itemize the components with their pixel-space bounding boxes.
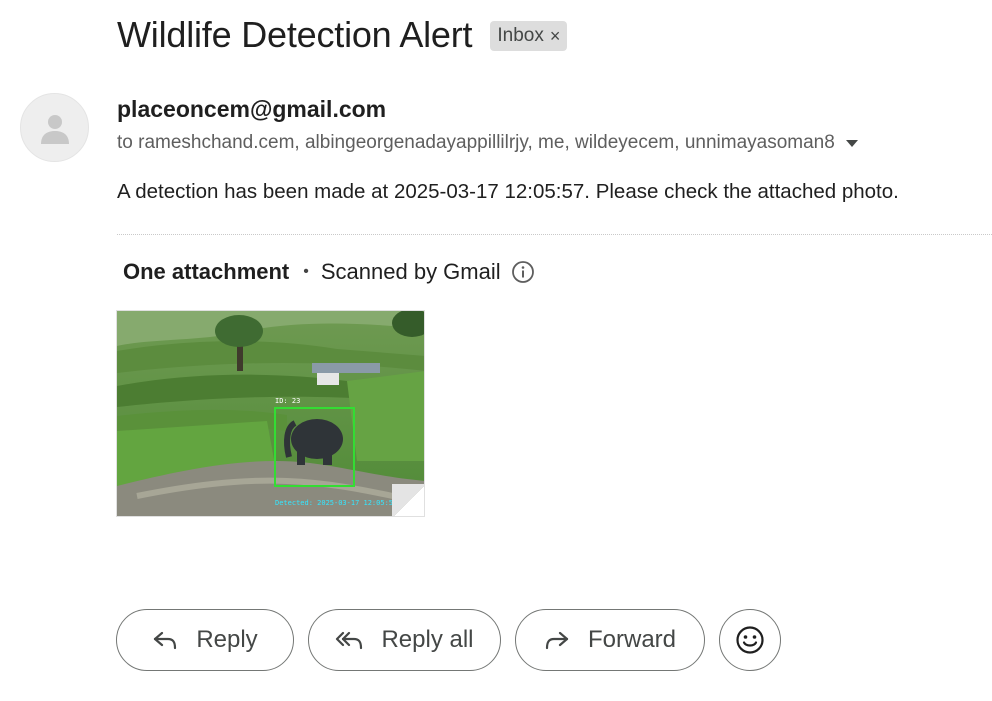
label-chip-text: Inbox	[497, 25, 544, 46]
action-buttons: Reply Reply all Forward	[116, 609, 795, 671]
reply-button[interactable]: Reply	[116, 609, 294, 671]
attachment-thumbnail[interactable]: ID: 23 Detected: 2025-03-17 12:05:57	[116, 310, 425, 517]
forward-button[interactable]: Forward	[515, 609, 705, 671]
recipients-line: to rameshchand.cem, albingeorgenadayappi…	[117, 132, 859, 154]
caret-down-icon	[845, 140, 858, 147]
email-view: Wildlife Detection Alert Inbox × placeon…	[0, 0, 992, 701]
person-icon	[40, 114, 69, 144]
recipients-text: to rameshchand.cem, albingeorgenadayappi…	[117, 132, 835, 153]
show-details-dropdown[interactable]	[845, 138, 859, 148]
reply-icon	[152, 629, 178, 651]
subject-row: Wildlife Detection Alert Inbox ×	[117, 14, 568, 56]
attachment-divider	[117, 234, 992, 235]
detection-box-label: ID: 23	[275, 397, 300, 405]
email-body: A detection has been made at 2025-03-17 …	[117, 180, 899, 203]
forward-label: Forward	[587, 626, 677, 653]
attachment-count: One attachment	[123, 259, 290, 284]
detection-photo: ID: 23 Detected: 2025-03-17 12:05:57	[117, 311, 424, 516]
reply-all-label: Reply all	[381, 626, 474, 653]
smiley-icon	[736, 626, 764, 654]
scanned-by-gmail: Scanned by Gmail	[320, 259, 501, 284]
reply-all-button[interactable]: Reply all	[308, 609, 501, 671]
forward-icon	[544, 629, 570, 651]
info-icon[interactable]	[511, 260, 535, 284]
separator-dot: •	[303, 263, 309, 280]
reply-all-icon	[335, 629, 363, 651]
remove-label-icon[interactable]: ×	[550, 26, 561, 47]
reply-label: Reply	[196, 626, 258, 653]
avatar[interactable]	[20, 93, 89, 162]
email-subject: Wildlife Detection Alert	[117, 14, 473, 55]
sender-email[interactable]: placeoncem@gmail.com	[117, 96, 386, 123]
detection-timestamp-overlay: Detected: 2025-03-17 12:05:57	[275, 499, 397, 507]
label-chip-inbox[interactable]: Inbox ×	[490, 21, 568, 51]
attachment-header: One attachment • Scanned by Gmail	[123, 259, 535, 285]
emoji-reaction-button[interactable]	[719, 609, 781, 671]
